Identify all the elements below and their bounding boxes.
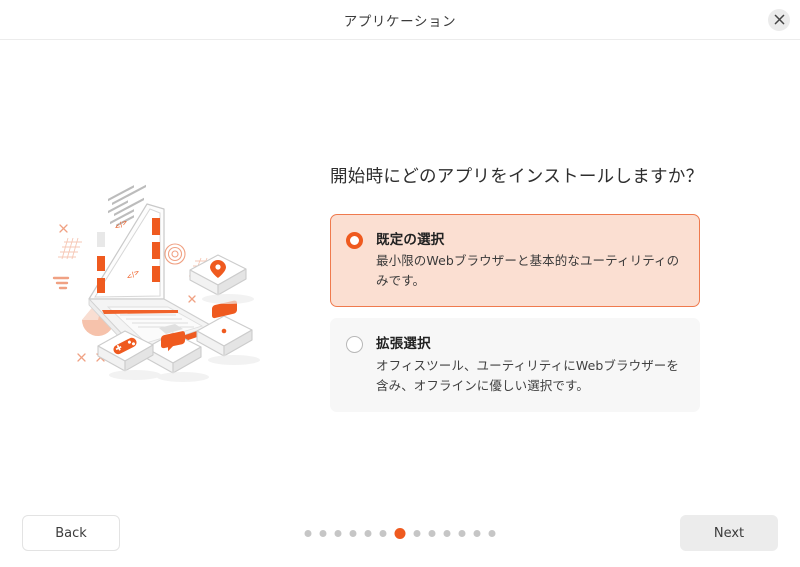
page-dot[interactable] — [379, 529, 387, 537]
page-dot[interactable] — [349, 529, 357, 537]
radio-default-selected[interactable] — [346, 231, 363, 249]
concentric-circles-decoration — [164, 243, 186, 265]
page-dot[interactable] — [319, 529, 327, 537]
screen-left-blocks — [97, 232, 105, 247]
option-card-extended[interactable]: 拡張選択 オフィスツール、ユーティリティにWebブラウザーを含み、オフラインに優… — [330, 318, 700, 412]
page-dot[interactable] — [413, 529, 421, 537]
illustration-svg: </> </> — [52, 184, 260, 382]
page-dot[interactable] — [443, 529, 451, 537]
page-dot[interactable] — [428, 529, 436, 537]
option-default-texts: 既定の選択 最小限のWebブラウザーと基本的なユーティリティのみです。 — [376, 230, 683, 292]
option-extended-description: オフィスツール、ユーティリティにWebブラウザーを含み、オフラインに優しい選択で… — [376, 357, 680, 393]
page-dot[interactable] — [488, 529, 496, 537]
window-title: アプリケーション — [343, 13, 457, 30]
page-dot[interactable] — [364, 529, 372, 537]
isometric-laptop-apps-illustration: </> </> — [0, 40, 330, 500]
next-button[interactable]: Next — [680, 515, 778, 551]
page-dot[interactable] — [473, 529, 481, 537]
back-button[interactable]: Back — [22, 515, 120, 551]
page-dot[interactable] — [304, 529, 312, 537]
option-default-description: 最小限のWebブラウザーと基本的なユーティリティのみです。 — [376, 252, 680, 288]
application-window: アプリケーション </> </> 開始時にどのアプリをインストールしますか？ 既… — [0, 0, 800, 567]
close-icon[interactable] — [768, 8, 790, 31]
camera-app-cube — [196, 300, 253, 357]
option-card-default[interactable]: 既定の選択 最小限のWebブラウザーと基本的なユーティリティのみです。 — [330, 213, 700, 308]
option-extended-title: 拡張選択 — [376, 336, 431, 353]
page-dot[interactable] — [334, 529, 342, 537]
page-indicator-dots — [304, 527, 496, 539]
page-title: 開始時にどのアプリをインストールしますか？ — [330, 167, 704, 187]
radio-extended-unselected[interactable] — [346, 336, 363, 354]
page-dot-active[interactable] — [394, 527, 406, 539]
wizard-footer: Back Next — [0, 499, 800, 567]
page-dot[interactable] — [458, 529, 466, 537]
options-form: 開始時にどのアプリをインストールしますか？ 既定の選択 最小限のWebブラウザー… — [330, 40, 800, 423]
close-glyph — [774, 14, 784, 25]
option-extended-texts: 拡張選択 オフィスツール、ユーティリティにWebブラウザーを含み、オフラインに優… — [376, 334, 683, 396]
wizard-content: </> </> 開始時にどのアプリをインストールしますか？ 既定の選択 最小限の… — [0, 40, 800, 500]
option-default-title: 既定の選択 — [376, 231, 445, 248]
window-titlebar: アプリケーション — [0, 0, 800, 40]
bars-decoration — [52, 276, 70, 290]
